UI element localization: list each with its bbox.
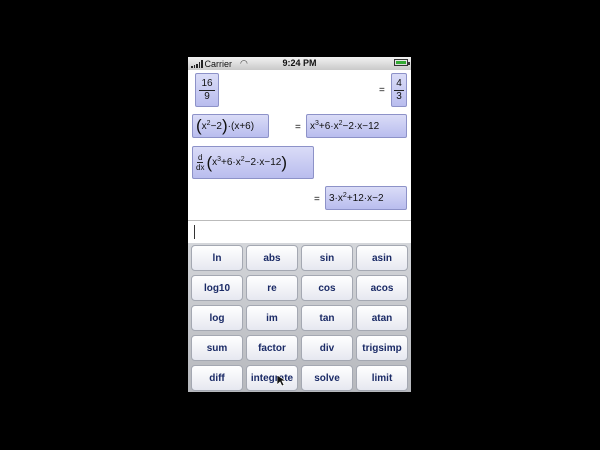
history-input-3[interactable]: d dx ( x 3 +6·x 2 −2·x−12 ) bbox=[192, 146, 314, 179]
key-integrate[interactable]: integrate bbox=[246, 365, 298, 391]
status-bar: Carrier ◠ 9:24 PM bbox=[188, 57, 411, 70]
phone-screen: Carrier ◠ 9:24 PM 16 9 = 4 3 ( x 2 −2 ) · … bbox=[188, 57, 411, 392]
key-limit[interactable]: limit bbox=[356, 365, 408, 391]
derivative-operator: d dx bbox=[196, 153, 205, 172]
key-acos[interactable]: acos bbox=[356, 275, 408, 301]
history-result-1[interactable]: 4 3 bbox=[391, 73, 407, 107]
fraction-denominator: 9 bbox=[204, 90, 210, 102]
key-im[interactable]: im bbox=[246, 305, 298, 331]
key-re[interactable]: re bbox=[246, 275, 298, 301]
key-abs[interactable]: abs bbox=[246, 245, 298, 271]
key-sin[interactable]: sin bbox=[301, 245, 353, 271]
key-log10[interactable]: log10 bbox=[191, 275, 243, 301]
text-cursor bbox=[194, 225, 195, 239]
expression-input[interactable] bbox=[188, 220, 411, 245]
key-factor[interactable]: factor bbox=[246, 335, 298, 361]
history-result-3[interactable]: 3·x 2 +12·x−2 bbox=[325, 186, 407, 210]
fraction-numerator: 4 bbox=[394, 77, 404, 91]
expr-term: −2 bbox=[210, 120, 222, 132]
key-asin[interactable]: asin bbox=[356, 245, 408, 271]
fraction-numerator: 16 bbox=[199, 77, 215, 91]
key-tan[interactable]: tan bbox=[301, 305, 353, 331]
key-div[interactable]: div bbox=[301, 335, 353, 361]
equals-sign: = bbox=[295, 122, 301, 133]
fraction-denominator: 3 bbox=[396, 90, 402, 102]
key-atan[interactable]: atan bbox=[356, 305, 408, 331]
equals-sign: = bbox=[379, 85, 385, 96]
status-time: 9:24 PM bbox=[282, 58, 317, 68]
mouse-pointer-icon bbox=[277, 375, 286, 386]
key-ln[interactable]: ln bbox=[191, 245, 243, 271]
history-input-1[interactable]: 16 9 bbox=[195, 73, 219, 107]
key-cos[interactable]: cos bbox=[301, 275, 353, 301]
key-solve[interactable]: solve bbox=[301, 365, 353, 391]
key-sum[interactable]: sum bbox=[191, 335, 243, 361]
key-log[interactable]: log bbox=[191, 305, 243, 331]
battery-icon bbox=[394, 59, 410, 66]
function-keypad: ln abs sin asin log10 re cos acos log im tan atan su… bbox=[188, 243, 411, 392]
expr-term: (x+6) bbox=[231, 120, 255, 132]
key-trigsimp[interactable]: trigsimp bbox=[356, 335, 408, 361]
history-result-2[interactable]: x 3 +6·x 2 −2·x−12 bbox=[306, 114, 407, 138]
equals-sign: = bbox=[314, 194, 320, 205]
expr-exponent: 2 bbox=[206, 119, 211, 127]
key-diff[interactable]: diff bbox=[191, 365, 243, 391]
history-input-2[interactable]: ( x 2 −2 ) · (x+6) bbox=[192, 114, 269, 138]
